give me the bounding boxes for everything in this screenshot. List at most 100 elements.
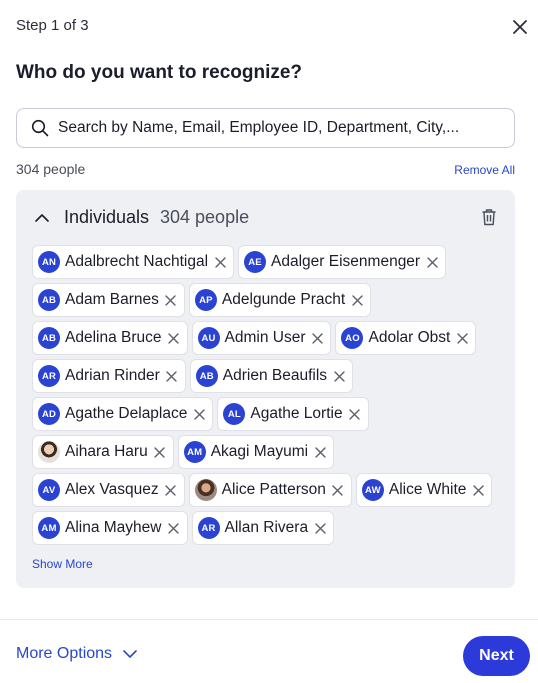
page-title: Who do you want to recognize?: [16, 62, 303, 83]
remove-person-icon[interactable]: [350, 293, 364, 307]
trash-icon[interactable]: [479, 207, 499, 227]
footer-divider: [0, 619, 538, 620]
group-name: Individuals: [64, 207, 150, 227]
panel-header: Individuals 304 people: [16, 204, 515, 232]
group-count: 304 people: [160, 207, 250, 227]
avatar: AU: [197, 327, 220, 349]
person-name: Adelina Bruce: [65, 329, 162, 346]
more-options-label: More Options: [16, 645, 113, 662]
avatar: AO: [341, 327, 364, 349]
avatar: AB: [38, 289, 60, 311]
avatar: AN: [38, 251, 60, 273]
person-name: Allan Rivera: [224, 519, 309, 536]
person-chip: AN Adalbrecht Nachtigal: [32, 245, 235, 279]
person-chip: AM Akagi Mayumi: [177, 435, 335, 469]
remove-person-icon[interactable]: [167, 521, 181, 535]
person-chip: AU Admin User: [191, 321, 332, 355]
avatar: AB: [38, 327, 60, 349]
avatar: AM: [38, 517, 60, 539]
remove-person-icon[interactable]: [153, 445, 167, 459]
person-chip: AR Allan Rivera: [191, 511, 335, 545]
avatar: AE: [244, 251, 267, 273]
search-input[interactable]: [58, 119, 488, 137]
chip-row: AB Adelina Bruce AU Admin User AO Adolar Obst: [32, 321, 502, 355]
chip-row: AV Alex Vasquez Alice Patterson AW Alice Whi…: [32, 473, 502, 507]
person-name: Aihara Haru: [65, 443, 148, 460]
person-chip: AL Agathe Lortie: [217, 397, 369, 431]
chevron-down-icon: [122, 646, 138, 662]
avatar: AP: [194, 289, 217, 311]
person-name: Adalbrecht Nachtigal: [65, 253, 209, 270]
chip-row: AN Adalbrecht Nachtigal AE Adalger Eisenmen…: [32, 245, 502, 279]
avatar: AM: [183, 441, 206, 463]
person-name: Adrian Rinder: [65, 367, 160, 384]
person-name: Admin User: [224, 329, 306, 346]
person-name: Alice White: [388, 481, 467, 498]
person-chip: AB Adelina Bruce: [32, 321, 188, 355]
remove-person-icon[interactable]: [313, 445, 327, 459]
remove-person-icon[interactable]: [332, 369, 346, 383]
person-name: Adolar Obst: [368, 329, 451, 346]
remove-person-icon[interactable]: [425, 255, 439, 269]
avatar: [194, 479, 217, 501]
person-chip: AM Alina Mayhew: [32, 511, 188, 545]
avatar: [38, 441, 60, 463]
remove-person-icon[interactable]: [165, 369, 179, 383]
person-chip: AV Alex Vasquez: [32, 473, 185, 507]
chevron-up-icon[interactable]: [33, 209, 51, 227]
chip-row: AB Adam Barnes AP Adelgunde Pracht: [32, 283, 502, 317]
chip-row: AM Alina Mayhew AR Allan Rivera: [32, 511, 502, 545]
remove-person-icon[interactable]: [313, 521, 327, 535]
avatar: AL: [223, 403, 246, 425]
avatar: AW: [361, 479, 384, 501]
more-options-button[interactable]: More Options: [16, 645, 138, 663]
avatar: AR: [38, 365, 60, 387]
person-name: Adam Barnes: [65, 291, 159, 308]
person-name: Akagi Mayumi: [210, 443, 309, 460]
remove-person-icon[interactable]: [164, 293, 178, 307]
person-chip: AB Adam Barnes: [32, 283, 185, 317]
person-name: Adrien Beaufils: [222, 367, 328, 384]
chip-row: Aihara Haru AM Akagi Mayumi: [32, 435, 502, 469]
person-chip: Aihara Haru: [32, 435, 174, 469]
remove-all-link[interactable]: Remove All: [454, 163, 515, 177]
remove-person-icon[interactable]: [471, 483, 485, 497]
person-name: Agathe Lortie: [250, 405, 343, 422]
person-name: Alice Patterson: [221, 481, 326, 498]
selected-count: 304 people: [16, 161, 86, 177]
close-icon[interactable]: [508, 15, 532, 39]
remove-person-icon[interactable]: [348, 407, 362, 421]
person-chip: AP Adelgunde Pracht: [188, 283, 372, 317]
remove-person-icon[interactable]: [331, 483, 345, 497]
next-button[interactable]: Next: [463, 636, 530, 676]
search-icon: [30, 118, 50, 138]
remove-person-icon[interactable]: [167, 331, 181, 345]
person-name: Agathe Delaplace: [65, 405, 188, 422]
person-chip: AE Adalger Eisenmenger: [238, 245, 447, 279]
person-chip: AO Adolar Obst: [335, 321, 477, 355]
person-name: Adelgunde Pracht: [221, 291, 346, 308]
step-indicator: Step 1 of 3: [16, 17, 89, 34]
search-field[interactable]: [16, 108, 515, 148]
avatar: AV: [38, 479, 60, 501]
person-chip: AW Alice White: [355, 473, 493, 507]
person-name: Alina Mayhew: [65, 519, 162, 536]
remove-person-icon[interactable]: [164, 483, 178, 497]
chip-row: AD Agathe Delaplace AL Agathe Lortie: [32, 397, 502, 431]
remove-person-icon[interactable]: [455, 331, 469, 345]
individuals-panel: Individuals 304 people AN Adalbrecht Nach…: [16, 190, 515, 588]
show-more-link[interactable]: Show More: [32, 557, 93, 571]
remove-person-icon[interactable]: [213, 255, 227, 269]
remove-person-icon[interactable]: [310, 331, 324, 345]
person-chip: Alice Patterson: [188, 473, 352, 507]
person-chip: AB Adrien Beaufils: [189, 359, 354, 393]
person-chip: AD Agathe Delaplace: [32, 397, 214, 431]
chip-row: AR Adrian Rinder AB Adrien Beaufils: [32, 359, 502, 393]
avatar: AD: [38, 403, 60, 425]
person-name: Adalger Eisenmenger: [271, 253, 421, 270]
remove-person-icon[interactable]: [192, 407, 206, 421]
person-name: Alex Vasquez: [65, 481, 159, 498]
person-chip: AR Adrian Rinder: [32, 359, 186, 393]
avatar: AB: [195, 365, 218, 387]
avatar: AR: [197, 517, 220, 539]
